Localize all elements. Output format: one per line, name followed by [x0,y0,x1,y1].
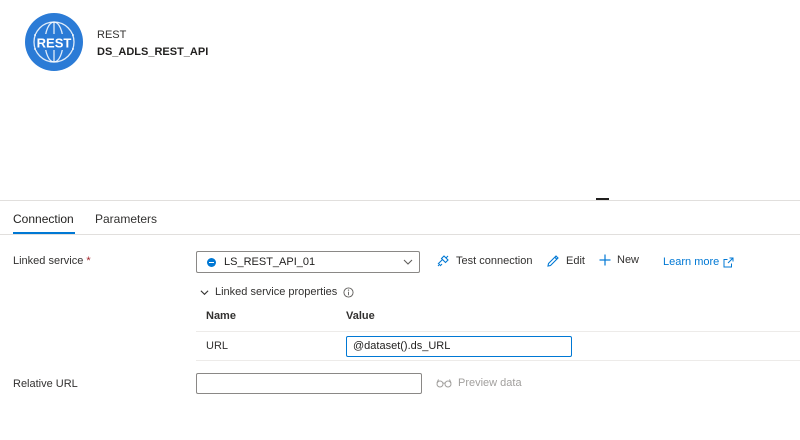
property-name-url: URL [206,340,229,352]
linked-service-dropdown[interactable]: LS_REST_API_01 [196,251,420,273]
linked-service-status-icon [207,258,216,267]
new-linked-service-button[interactable]: New [599,254,639,266]
logo-text: REST [37,36,72,51]
linked-service-label-text: Linked service [13,255,84,267]
edit-label: Edit [566,255,585,267]
panel-divider [0,200,800,201]
table-header-divider [196,331,800,332]
chevron-down-icon [200,289,209,295]
relative-url-label: Relative URL [13,378,78,390]
url-value-input[interactable]: @dataset().ds_URL [346,336,572,357]
linked-service-properties-title: Linked service properties [215,286,338,298]
test-connection-button[interactable]: Test connection [436,254,532,268]
info-icon[interactable] [343,286,354,298]
tab-connection[interactable]: Connection [13,212,74,226]
column-header-value: Value [346,310,375,322]
external-link-icon [723,257,734,267]
pencil-icon [547,255,559,267]
plug-connection-icon [437,255,449,267]
dataset-name: DS_ADLS_REST_API [97,46,209,58]
rest-logo-icon: REST [25,13,83,71]
tabs-divider [0,234,800,235]
preview-data-button[interactable]: Preview data [436,377,522,389]
column-header-name: Name [206,310,236,322]
learn-more-link[interactable]: Learn more [663,256,734,268]
table-row-divider [196,360,800,361]
preview-data-label: Preview data [458,377,522,389]
dataset-type-label: REST [97,29,127,41]
test-connection-label: Test connection [456,255,533,267]
plus-icon [599,254,611,266]
linked-service-properties-toggle[interactable]: Linked service properties [200,286,354,298]
linked-service-label: Linked service * [13,255,91,267]
glasses-icon [436,379,452,388]
tab-parameters[interactable]: Parameters [95,212,157,226]
learn-more-label: Learn more [663,256,720,268]
required-marker: * [86,255,91,267]
relative-url-input[interactable] [196,373,422,394]
edit-linked-service-button[interactable]: Edit [546,254,585,268]
chevron-down-icon [403,259,413,265]
new-label: New [617,254,640,266]
linked-service-selected-value: LS_REST_API_01 [224,256,316,268]
